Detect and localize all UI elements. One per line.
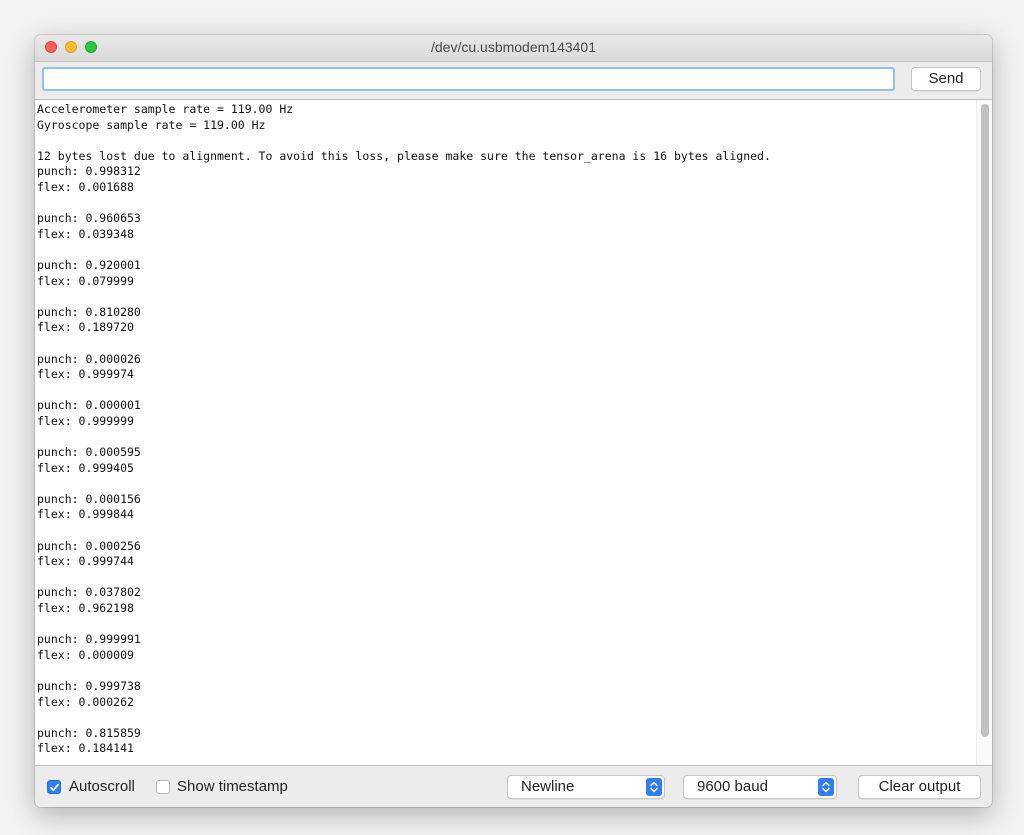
clear-output-button[interactable]: Clear output — [858, 775, 981, 799]
output-line: punch: 0.815859 — [37, 725, 141, 740]
output-line: flex: 0.999844 — [37, 507, 134, 522]
output-line: punch: 0.999738 — [37, 678, 141, 693]
output-line: punch: 0.810280 — [37, 304, 141, 319]
line-ending-select[interactable]: Newline — [507, 775, 665, 799]
show-timestamp-checkbox[interactable] — [156, 780, 170, 794]
window-title: /dev/cu.usbmodem143401 — [431, 39, 596, 55]
output-line: punch: 0.000001 — [37, 398, 141, 413]
send-input[interactable] — [42, 67, 895, 91]
output-line: punch: 0.000256 — [37, 538, 141, 553]
output-line: flex: 0.001688 — [37, 179, 134, 194]
output-scrollbar[interactable] — [976, 100, 992, 765]
output-line: punch: 0.999991 — [37, 632, 141, 647]
output-line: punch: 0.920001 — [37, 257, 141, 272]
scrollbar-thumb[interactable] — [981, 104, 989, 737]
serial-output[interactable]: Accelerometer sample rate = 119.00 Hz Gy… — [35, 99, 992, 766]
output-line: Accelerometer sample rate = 119.00 Hz — [37, 102, 294, 116]
autoscroll-label[interactable]: Autoscroll — [69, 778, 135, 795]
output-line: flex: 0.962198 — [37, 601, 134, 615]
output-line: flex: 0.999405 — [37, 460, 134, 475]
output-line: punch: 0.037802 — [37, 585, 141, 600]
checkmark-icon — [50, 783, 59, 792]
output-line: punch: 0.000595 — [37, 445, 141, 460]
output-line: Gyroscope sample rate = 119.00 Hz — [37, 117, 266, 132]
output-line: flex: 0.079999 — [37, 273, 134, 288]
output-line: flex: 0.000262 — [37, 694, 134, 709]
output-line: flex: 0.999974 — [37, 367, 134, 382]
output-line: punch: 0.998312 — [37, 164, 141, 179]
output-line: flex: 0.039348 — [37, 226, 134, 241]
select-arrows-icon — [818, 778, 834, 796]
output-line: flex: 0.999744 — [37, 554, 134, 569]
line-ending-value: Newline — [521, 778, 575, 795]
autoscroll-checkbox[interactable] — [47, 780, 61, 794]
output-line: flex: 0.999999 — [37, 413, 134, 428]
select-arrows-icon — [646, 778, 662, 796]
output-line: punch: 0.000026 — [37, 351, 141, 366]
send-button[interactable]: Send — [911, 67, 981, 91]
output-line: flex: 0.000009 — [37, 647, 134, 662]
baud-rate-select[interactable]: 9600 baud — [683, 775, 837, 799]
output-line: flex: 0.189720 — [37, 320, 134, 335]
baud-rate-value: 9600 baud — [697, 778, 768, 795]
output-line: punch: 0.000156 — [37, 491, 141, 506]
serial-output-text: Accelerometer sample rate = 119.00 Hz Gy… — [37, 102, 972, 757]
show-timestamp-label[interactable]: Show timestamp — [177, 778, 288, 795]
output-line: 12 bytes lost due to alignment. To avoid… — [37, 148, 771, 163]
output-line: flex: 0.184141 — [37, 741, 134, 756]
title-bar[interactable]: /dev/cu.usbmodem143401 — [35, 35, 992, 62]
serial-monitor-window: /dev/cu.usbmodem143401 Send Acceleromete… — [35, 35, 992, 807]
output-line: punch: 0.960653 — [37, 211, 141, 226]
